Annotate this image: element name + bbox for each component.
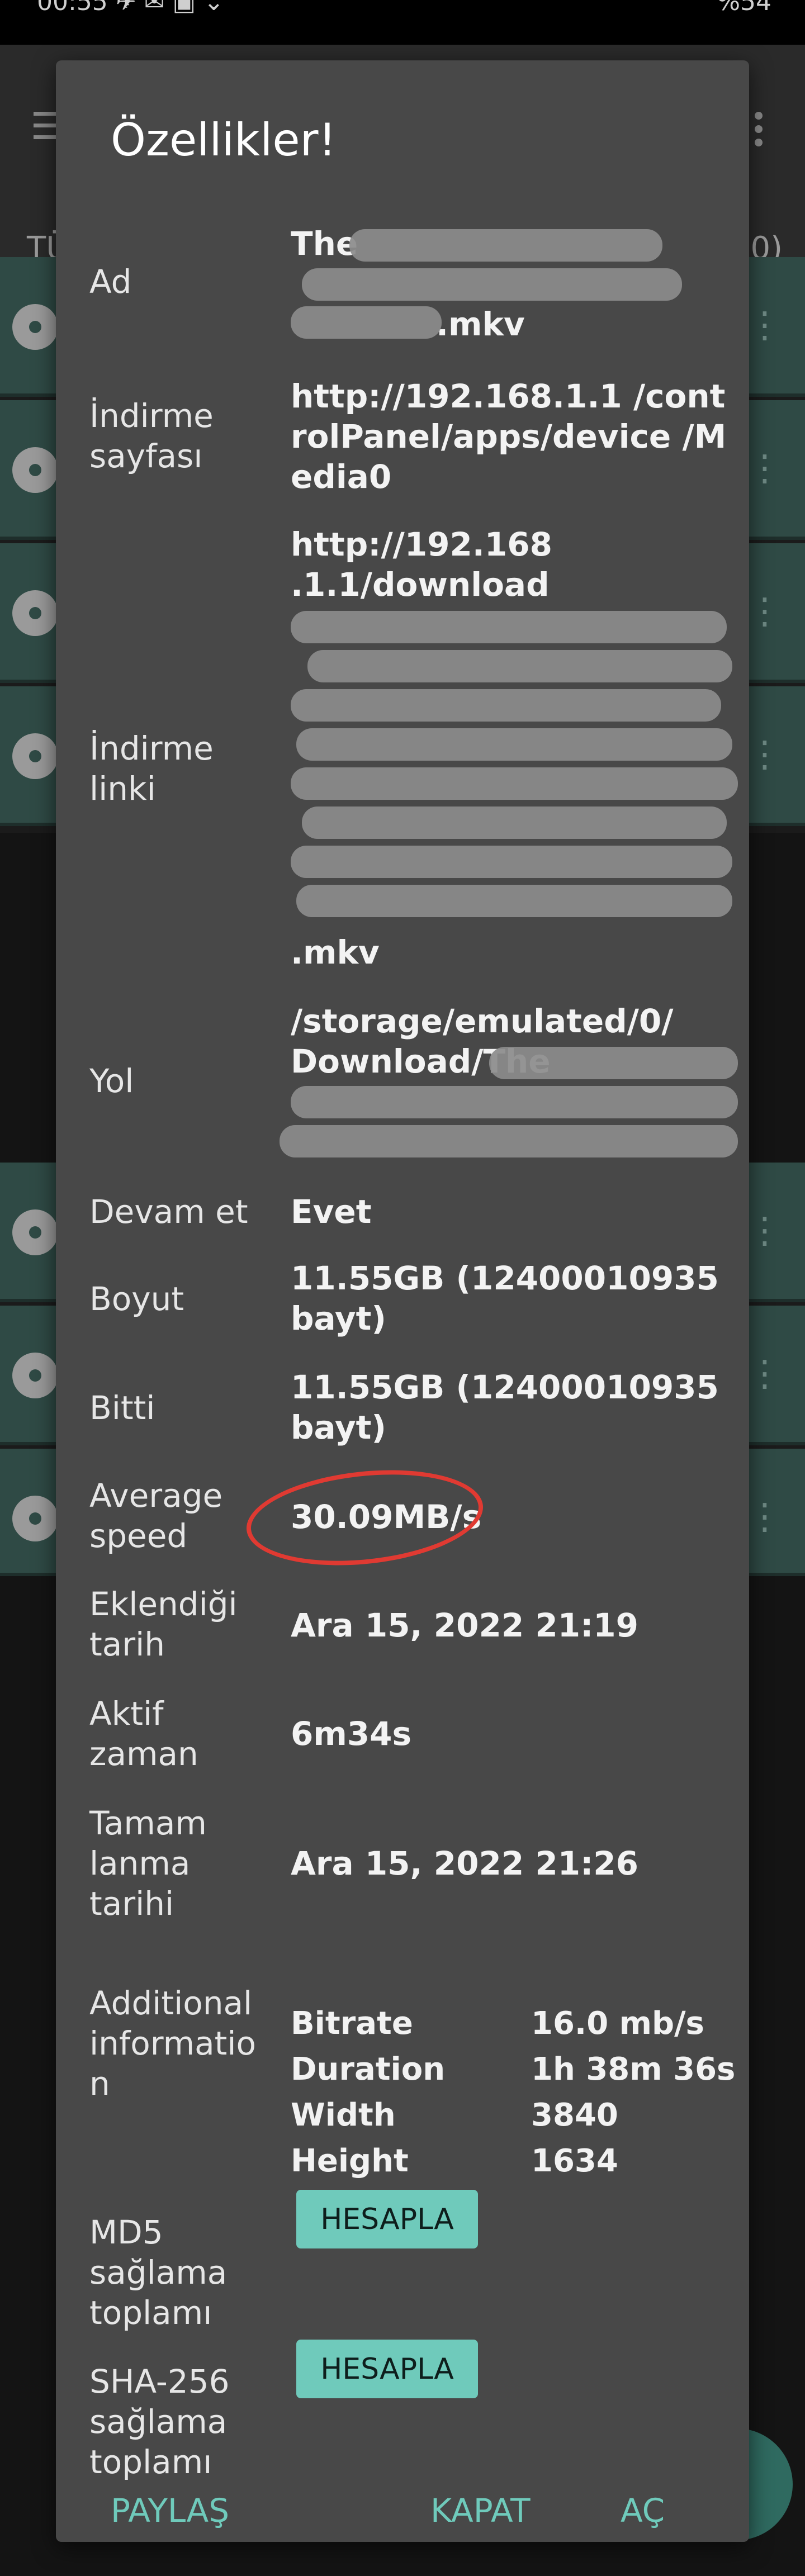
status-time: 00:55 ✈ ✉ ▣ ⌄ bbox=[37, 0, 224, 16]
path-line-1: /storage/emulated/0/ bbox=[291, 1002, 674, 1040]
row-more-icon: ⋮ bbox=[747, 734, 783, 775]
sha256-label: SHA-256 sağlama toplamı bbox=[89, 2362, 230, 2481]
row-more-icon: ⋮ bbox=[747, 591, 783, 632]
info-key: Height bbox=[291, 2143, 409, 2179]
battery-level: %54 bbox=[717, 0, 771, 16]
additional-info-table: Bitrate 16.0 mb/s Duration 1h 38m 36s Widt… bbox=[291, 2005, 738, 2189]
film-reel-icon bbox=[12, 1496, 58, 1541]
status-bar: 00:55 ✈ ✉ ▣ ⌄ %54 bbox=[0, 0, 805, 45]
info-row: Duration 1h 38m 36s bbox=[291, 2051, 738, 2097]
resume-value: Evet bbox=[291, 1193, 372, 1231]
active-time-value: 6m34s bbox=[291, 1715, 412, 1753]
redaction-scribble bbox=[291, 767, 738, 800]
info-value: 3840 bbox=[531, 2097, 618, 2133]
redaction-scribble bbox=[489, 1047, 738, 1079]
redaction-scribble bbox=[291, 689, 721, 722]
sha256-compute-button[interactable]: HESAPLA bbox=[296, 2340, 478, 2398]
redaction-scribble bbox=[296, 885, 732, 917]
active-time-label: Aktif zaman bbox=[89, 1695, 198, 1773]
film-reel-icon bbox=[12, 304, 58, 350]
info-row: Bitrate 16.0 mb/s bbox=[291, 2005, 738, 2051]
done-label: Bitti bbox=[89, 1389, 155, 1427]
size-value: 11.55GB (12400010935 bayt) bbox=[291, 1259, 719, 1337]
download-page-url[interactable]: http://192.168.1.1 /controlPanel/apps/de… bbox=[291, 376, 738, 497]
row-more-icon: ⋮ bbox=[747, 448, 783, 489]
done-value: 11.55GB (12400010935 bayt) bbox=[291, 1368, 719, 1446]
share-button[interactable]: PAYLAŞ bbox=[111, 2492, 229, 2530]
film-reel-icon bbox=[12, 590, 58, 636]
download-page-label: İndirme sayfası bbox=[89, 397, 214, 475]
speed-label: Average speed bbox=[89, 1477, 223, 1555]
completed-label: Tamam lanma tarihi bbox=[89, 1804, 207, 1923]
row-more-icon: ⋮ bbox=[747, 1496, 783, 1538]
resume-label: Devam et bbox=[89, 1193, 248, 1231]
red-highlight-circle bbox=[242, 1459, 488, 1576]
redaction-scribble bbox=[307, 650, 732, 682]
md5-compute-button[interactable]: HESAPLA bbox=[296, 2190, 478, 2248]
download-link-last[interactable]: .mkv bbox=[291, 932, 738, 972]
added-value: Ara 15, 2022 21:19 bbox=[291, 1606, 638, 1644]
redaction-scribble bbox=[302, 807, 727, 839]
dialog-title: Özellikler! bbox=[111, 114, 337, 166]
name-label: Ad bbox=[89, 263, 132, 301]
download-link-line-2[interactable]: .1.1/download bbox=[291, 564, 738, 605]
film-reel-icon bbox=[12, 1209, 58, 1255]
info-row: Width 3840 bbox=[291, 2097, 738, 2143]
redaction-scribble bbox=[291, 306, 442, 339]
redaction-scribble bbox=[349, 229, 662, 262]
info-value: 16.0 mb/s bbox=[531, 2005, 704, 2042]
redaction-scribble bbox=[302, 268, 682, 301]
info-key: Width bbox=[291, 2097, 396, 2133]
more-options-icon bbox=[755, 112, 766, 152]
info-key: Duration bbox=[291, 2051, 446, 2088]
close-button[interactable]: KAPAT bbox=[430, 2492, 531, 2530]
row-more-icon: ⋮ bbox=[747, 1210, 783, 1251]
redaction-scribble bbox=[291, 611, 727, 643]
redaction-scribble bbox=[280, 1125, 738, 1157]
open-button[interactable]: AÇ bbox=[621, 2492, 665, 2530]
md5-label: MD5 sağlama toplamı bbox=[89, 2213, 228, 2332]
film-reel-icon bbox=[12, 733, 58, 779]
added-label: Eklendiği tarih bbox=[89, 1585, 238, 1663]
info-row: Height 1634 bbox=[291, 2143, 738, 2189]
film-reel-icon bbox=[12, 1353, 58, 1398]
redaction-scribble bbox=[291, 846, 732, 878]
path-label: Yol bbox=[89, 1062, 134, 1100]
redaction-scribble bbox=[291, 1086, 738, 1118]
completed-value: Ara 15, 2022 21:26 bbox=[291, 1844, 638, 1882]
download-link-label: İndirme linki bbox=[89, 729, 214, 808]
info-value: 1634 bbox=[531, 2143, 618, 2179]
redaction-scribble bbox=[296, 728, 732, 761]
info-value: 1h 38m 36s bbox=[531, 2051, 736, 2088]
film-reel-icon bbox=[12, 447, 58, 493]
properties-dialog: Özellikler! Ad The .mkv İndirme sayfası … bbox=[56, 60, 749, 2542]
name-line-3: .mkv bbox=[436, 305, 525, 343]
row-more-icon: ⋮ bbox=[747, 1353, 783, 1394]
download-link-line-1[interactable]: http://192.168 bbox=[291, 524, 738, 564]
additional-info-label: Additional informatio n bbox=[89, 1984, 256, 2103]
size-label: Boyut bbox=[89, 1280, 184, 1318]
info-key: Bitrate bbox=[291, 2005, 413, 2042]
